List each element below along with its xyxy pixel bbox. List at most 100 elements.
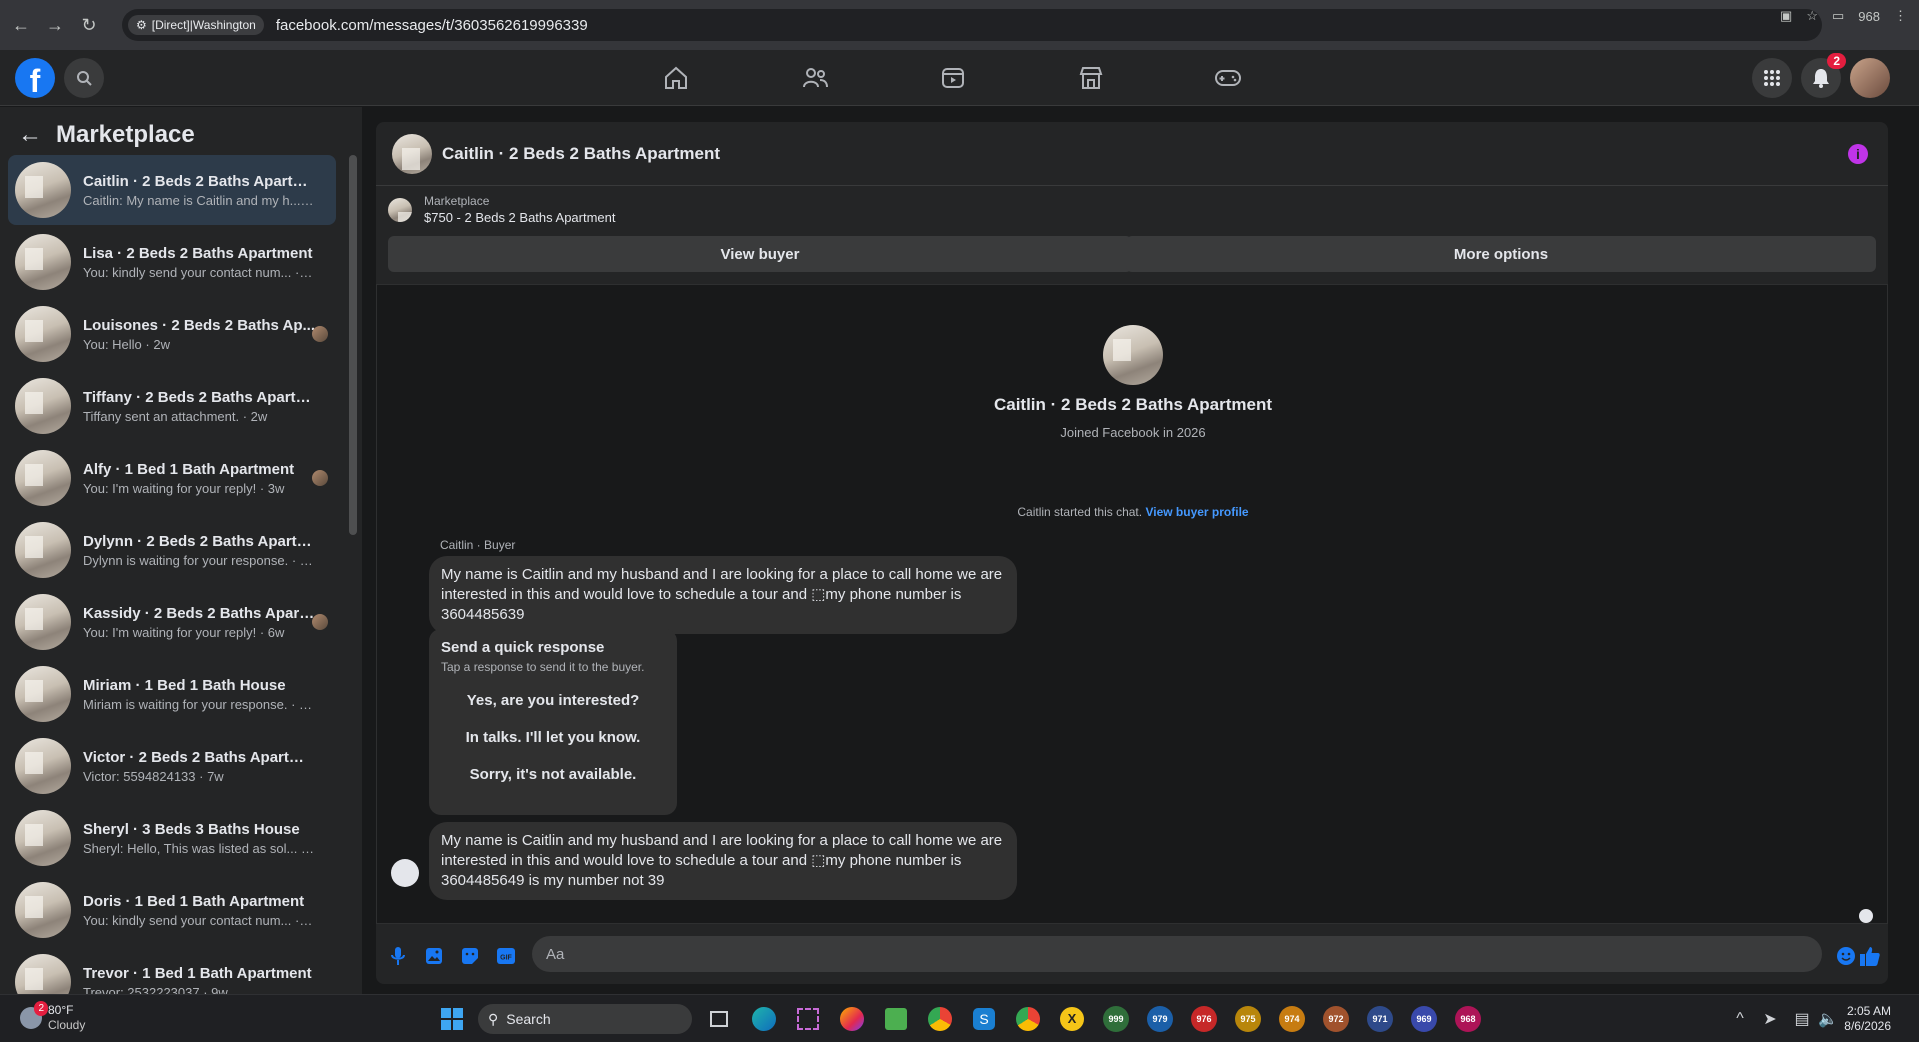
install-icon[interactable]: ▣ <box>1780 8 1792 24</box>
listing-thumbnail <box>15 450 71 506</box>
weather-widget[interactable]: 2 80°F Cloudy <box>20 1001 85 1033</box>
chat-avatar[interactable] <box>392 133 432 174</box>
notifications-icon[interactable]: 2 <box>1801 53 1846 98</box>
chat-title[interactable]: Caitlin · 2 Beds 2 Baths Apartment <box>442 144 720 164</box>
conversation-item[interactable]: Tiffany · 2 Beds 2 Baths Apartm... Tiffan… <box>8 371 336 441</box>
facebook-logo-icon[interactable]: f <box>15 58 55 99</box>
taskbar-tab-icon[interactable]: 976 <box>1188 1003 1220 1035</box>
profile-avatar[interactable] <box>1850 58 1890 98</box>
tray-chevron-icon[interactable]: ^ <box>1724 1003 1756 1035</box>
home-icon[interactable] <box>656 62 696 94</box>
back-arrow-icon[interactable]: ← <box>18 121 42 149</box>
view-buyer-button[interactable]: View buyer <box>388 236 1132 272</box>
weather-badge: 2 <box>34 1001 48 1016</box>
taskbar-tab-number: 971 <box>1367 1006 1393 1032</box>
conversation-item[interactable]: Lisa · 2 Beds 2 Baths Apartment You: kind… <box>8 227 336 297</box>
back-icon[interactable]: ← <box>4 8 38 42</box>
gif-icon[interactable]: GIF <box>488 938 524 974</box>
forward-icon[interactable]: → <box>38 8 72 42</box>
buyer-avatar[interactable] <box>1103 325 1163 385</box>
seen-avatar <box>312 614 328 630</box>
conversation-item[interactable]: Miriam · 1 Bed 1 Bath House Miriam is wai… <box>8 659 336 729</box>
app-icon-x[interactable]: X <box>1056 1003 1088 1035</box>
like-icon[interactable] <box>1852 938 1888 974</box>
taskbar-tab-icon[interactable]: 971 <box>1364 1003 1396 1035</box>
more-options-button[interactable]: More options <box>1126 236 1876 272</box>
chrome-profile-icon[interactable] <box>1012 1003 1044 1035</box>
conversation-name: Alfy · 1 Bed 1 Bath Apartment <box>83 460 295 478</box>
taskbar-tab-icon[interactable]: 969 <box>1408 1003 1440 1035</box>
conversation-preview: You: kindly send your contact num... · 8… <box>83 912 315 928</box>
microphone-icon[interactable] <box>380 938 416 974</box>
buyer-name: Caitlin · 2 Beds 2 Baths Apartment <box>993 395 1273 414</box>
app-icon-s[interactable]: S <box>968 1003 1000 1035</box>
taskbar-tab-number: 975 <box>1235 1006 1261 1032</box>
conversation-preview: Victor: 5594824133 · 7w <box>83 768 224 784</box>
taskbar-tab-number: 972 <box>1323 1006 1349 1032</box>
listing-thumbnail <box>388 197 412 222</box>
marketplace-label: Marketplace <box>424 194 490 208</box>
windows-start-icon[interactable] <box>436 1003 468 1035</box>
location-icon[interactable]: ➤ <box>1754 1003 1786 1035</box>
spreadsheet-app-icon[interactable] <box>880 1003 912 1035</box>
gaming-icon[interactable] <box>1208 62 1248 94</box>
quick-response-option[interactable]: In talks. I'll let you know. <box>441 729 665 746</box>
reload-icon[interactable]: ↻ <box>72 8 106 42</box>
firefox-icon[interactable] <box>836 1003 868 1035</box>
menu-grid-icon[interactable] <box>1752 58 1792 98</box>
conversation-item[interactable]: Dylynn · 2 Beds 2 Baths Apartm... Dylynn … <box>8 515 336 585</box>
star-icon[interactable]: ☆ <box>1806 8 1818 24</box>
conversation-item[interactable]: Alfy · 1 Bed 1 Bath Apartment You: I'm wa… <box>8 443 336 513</box>
browser-toolbar: ← → ↻ ⚙ [Direct]|Washington facebook.com/… <box>0 0 1919 50</box>
message-area: Caitlin · 2 Beds 2 Baths Apartment Joine… <box>376 284 1888 924</box>
taskbar-tab-icon[interactable]: 972 <box>1320 1003 1352 1035</box>
taskbar-tab-number: 976 <box>1191 1006 1217 1032</box>
sidebar-title: Marketplace <box>56 121 195 148</box>
system-clock[interactable]: 2:05 AM 8/6/2026 <box>1844 1004 1891 1034</box>
taskbar-search[interactable]: ⚲ Search <box>478 1004 692 1034</box>
chrome-icon[interactable] <box>924 1003 956 1035</box>
taskbar-tab-icon[interactable]: 999 <box>1100 1003 1132 1035</box>
marketplace-icon[interactable] <box>1071 62 1111 94</box>
quick-response-option[interactable]: Yes, are you interested? <box>441 692 665 709</box>
conversation-item[interactable]: Trevor · 1 Bed 1 Bath Apartment Trevor: 2… <box>8 947 336 994</box>
sidebar-scrollbar[interactable] <box>349 155 357 535</box>
message-bubble[interactable]: My name is Caitlin and my husband and I … <box>429 556 1017 634</box>
volume-icon[interactable]: 🔈 <box>1812 1003 1844 1035</box>
taskbar-tab-icon[interactable]: 974 <box>1276 1003 1308 1035</box>
task-view-icon[interactable] <box>703 1003 735 1035</box>
friends-icon[interactable] <box>795 62 835 94</box>
taskbar-tab-icon[interactable]: 975 <box>1232 1003 1264 1035</box>
photo-icon[interactable] <box>416 938 452 974</box>
message-bubble[interactable]: My name is Caitlin and my husband and I … <box>429 822 1017 900</box>
conversation-item[interactable]: Louisones · 2 Beds 2 Baths Ap... You: Hel… <box>8 299 336 369</box>
quick-response-option[interactable]: Sorry, it's not available. <box>441 766 665 783</box>
listing-info[interactable]: Marketplace $750 - 2 Beds 2 Baths Apartm… <box>388 194 616 225</box>
conversation-item[interactable]: Sheryl · 3 Beds 3 Baths House Sheryl: Hel… <box>8 803 336 873</box>
menu-icon[interactable]: ⋮ <box>1894 8 1907 24</box>
view-buyer-profile-link[interactable]: View buyer profile <box>1145 505 1248 519</box>
proxy-chip[interactable]: ⚙ [Direct]|Washington <box>128 15 264 35</box>
url-text[interactable]: facebook.com/messages/t/3603562619996339 <box>276 17 588 34</box>
sticker-icon[interactable] <box>452 938 488 974</box>
snipping-tool-icon[interactable] <box>792 1003 824 1035</box>
conversation-item[interactable]: Caitlin · 2 Beds 2 Baths Apartment Caitli… <box>8 155 336 225</box>
conversation-item[interactable]: Doris · 1 Bed 1 Bath Apartment You: kindl… <box>8 875 336 945</box>
message-input[interactable]: Aa <box>532 936 1822 972</box>
clock-time: 2:05 AM <box>1846 1004 1891 1018</box>
tab-search-icon[interactable]: ▭ <box>1832 8 1844 24</box>
conversation-item[interactable]: Victor · 2 Beds 2 Baths Apartment Victor:… <box>8 731 336 801</box>
conversation-item[interactable]: Kassidy · 2 Beds 2 Baths Apart... You: I'… <box>8 587 336 657</box>
edge-icon[interactable] <box>748 1003 780 1035</box>
video-icon[interactable] <box>933 62 973 94</box>
search-icon[interactable] <box>64 58 104 98</box>
address-bar[interactable]: ⚙ [Direct]|Washington facebook.com/messag… <box>122 9 1822 41</box>
profile-count[interactable]: 968 <box>1858 9 1880 24</box>
clock-date: 8/6/2026 <box>1844 1019 1891 1033</box>
conversation-preview: Caitlin: My name is Caitlin and my h... … <box>83 192 315 208</box>
sender-avatar[interactable] <box>391 859 419 887</box>
info-icon[interactable]: i <box>1848 144 1868 164</box>
taskbar-tab-icon[interactable]: 979 <box>1144 1003 1176 1035</box>
taskbar-tab-icon[interactable]: 968 <box>1452 1003 1484 1035</box>
listing-thumbnail <box>15 738 71 794</box>
